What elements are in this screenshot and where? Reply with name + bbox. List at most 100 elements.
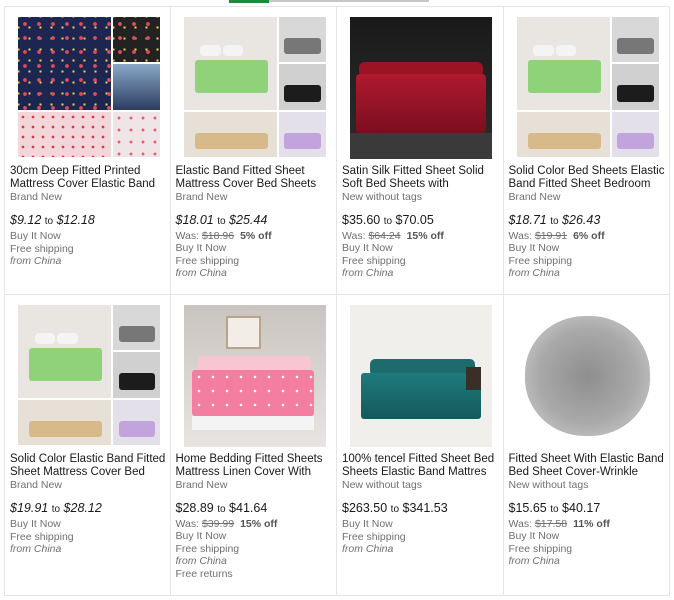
shipping-info: Free shipping xyxy=(342,254,406,267)
product-image[interactable] xyxy=(516,305,659,447)
product-title[interactable]: Home Bedding Fitted Sheets Mattress Line… xyxy=(176,453,333,479)
buy-format: Buy It Now xyxy=(175,530,227,542)
was-price-line: Was: $17.58 11% off xyxy=(509,518,666,530)
product-title[interactable]: Fitted Sheet With Elastic Band Bed Sheet… xyxy=(509,453,666,479)
product-card[interactable]: Fitted Sheet With Elastic Band Bed Sheet… xyxy=(504,295,670,595)
buy-format: Buy It Now xyxy=(10,518,61,530)
item-location: from China xyxy=(10,543,62,555)
was-label: Was: xyxy=(508,518,535,530)
item-location: from China xyxy=(508,267,560,279)
top-progress-indicator xyxy=(229,0,429,3)
was-label: Was: xyxy=(175,230,202,242)
price-separator: to xyxy=(550,504,559,515)
item-location: from China xyxy=(508,555,560,567)
shipping-info: Free shipping xyxy=(508,254,573,267)
product-price: $35.60 to $70.05 xyxy=(342,212,499,230)
item-location: from China xyxy=(342,267,394,279)
buy-format: Buy It Now xyxy=(342,242,393,254)
product-condition: New without tags xyxy=(508,479,589,491)
product-price: $18.71 to $26.43 xyxy=(509,212,666,230)
item-location: from China xyxy=(175,555,227,567)
product-price: $263.50 to $341.53 xyxy=(342,500,499,518)
price-separator: to xyxy=(217,216,226,227)
discount-badge: 5% off xyxy=(240,230,272,242)
was-label: Was: xyxy=(508,230,535,242)
product-image[interactable] xyxy=(183,305,326,447)
price-high: $25.44 xyxy=(229,213,268,227)
product-title[interactable]: Elastic Band Fitted Sheet Mattress Cover… xyxy=(176,165,333,191)
was-price-line: Was: $18.96 5% off xyxy=(176,230,333,242)
price-low: $35.60 xyxy=(342,213,381,227)
price-separator: to xyxy=(390,504,400,515)
product-image[interactable] xyxy=(350,305,492,447)
product-price: $9.12 to $12.18 xyxy=(10,212,166,230)
item-location: from China xyxy=(342,543,394,555)
product-image[interactable] xyxy=(183,17,326,159)
product-card[interactable]: Solid Color Elastic Band Fitted Sheet Ma… xyxy=(4,295,171,595)
product-condition: Brand New xyxy=(10,191,62,203)
product-card[interactable]: Solid Color Bed Sheets Elastic Band Fitt… xyxy=(504,7,670,294)
price-high: $28.12 xyxy=(63,501,102,515)
price-separator: to xyxy=(51,504,61,515)
product-title[interactable]: 100% tencel Fitted Sheet Bed Sheets Elas… xyxy=(342,453,499,479)
product-title[interactable]: Satin Silk Fitted Sheet Solid Soft Bed S… xyxy=(342,165,499,191)
product-title[interactable]: Solid Color Elastic Band Fitted Sheet Ma… xyxy=(10,453,166,479)
discount-badge: 11% off xyxy=(573,518,610,530)
discount-badge: 15% off xyxy=(406,230,444,242)
product-condition: Brand New xyxy=(10,479,62,491)
product-title[interactable]: Solid Color Bed Sheets Elastic Band Fitt… xyxy=(509,165,666,191)
product-card[interactable]: 30cm Deep Fitted Printed Mattress Cover … xyxy=(4,7,171,294)
price-low: $15.65 xyxy=(508,501,547,515)
progress-fill xyxy=(229,0,269,3)
shipping-info: Free shipping xyxy=(508,542,573,555)
was-price: $39.99 xyxy=(201,518,235,530)
price-low: $19.91 xyxy=(10,501,49,515)
product-condition: Brand New xyxy=(175,191,228,203)
discount-badge: 6% off xyxy=(573,230,605,242)
product-card[interactable]: Satin Silk Fitted Sheet Solid Soft Bed S… xyxy=(337,7,504,294)
product-image[interactable] xyxy=(516,17,659,159)
was-price-line: Was: $64.24 15% off xyxy=(342,230,499,242)
shipping-info: Free shipping xyxy=(342,530,406,543)
buy-format: Buy It Now xyxy=(508,242,560,254)
product-condition: New without tags xyxy=(342,479,422,491)
product-price: $18.01 to $25.44 xyxy=(176,212,333,230)
product-title[interactable]: 30cm Deep Fitted Printed Mattress Cover … xyxy=(10,165,166,191)
price-high: $341.53 xyxy=(402,501,448,515)
product-image[interactable] xyxy=(350,17,492,159)
product-card[interactable]: Elastic Band Fitted Sheet Mattress Cover… xyxy=(171,7,337,294)
product-price: $19.91 to $28.12 xyxy=(10,500,166,518)
product-card[interactable]: Home Bedding Fitted Sheets Mattress Line… xyxy=(171,295,337,595)
product-row: 30cm Deep Fitted Printed Mattress Cover … xyxy=(4,6,670,295)
price-high: $70.05 xyxy=(395,213,434,227)
buy-format: Buy It Now xyxy=(10,230,61,242)
price-low: $263.50 xyxy=(342,501,388,515)
product-card[interactable]: 100% tencel Fitted Sheet Bed Sheets Elas… xyxy=(337,295,504,595)
discount-badge: 15% off xyxy=(240,518,278,530)
was-price: $19.91 xyxy=(534,230,568,242)
was-price: $17.58 xyxy=(534,518,568,530)
product-condition: New without tags xyxy=(342,191,422,203)
price-high: $41.64 xyxy=(229,501,268,515)
item-location: from China xyxy=(175,267,227,279)
product-image[interactable] xyxy=(18,305,160,447)
was-price-line: Was: $19.91 6% off xyxy=(509,230,666,242)
progress-track xyxy=(269,0,429,2)
product-condition: Brand New xyxy=(508,191,561,203)
was-price: $64.24 xyxy=(368,230,401,242)
buy-format: Buy It Now xyxy=(175,242,227,254)
price-high: $26.43 xyxy=(562,213,601,227)
price-separator: to xyxy=(217,504,226,515)
was-label: Was: xyxy=(342,230,369,242)
product-price: $28.89 to $41.64 xyxy=(176,500,333,518)
returns-info: Free returns xyxy=(175,567,233,580)
price-separator: to xyxy=(383,216,393,227)
price-low: $28.89 xyxy=(175,501,214,515)
shipping-info: Free shipping xyxy=(175,542,240,555)
shipping-info: Free shipping xyxy=(10,530,74,543)
price-high: $40.17 xyxy=(562,501,601,515)
shipping-info: Free shipping xyxy=(10,242,74,255)
price-low: $18.71 xyxy=(508,213,547,227)
price-high: $12.18 xyxy=(56,213,95,227)
product-image[interactable] xyxy=(18,17,160,159)
